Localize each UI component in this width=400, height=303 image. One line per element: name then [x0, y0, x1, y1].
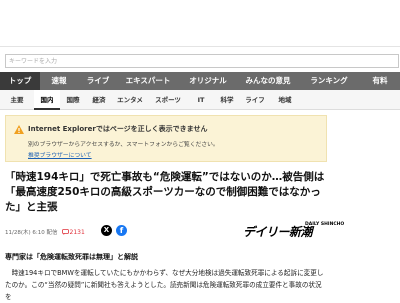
category-tab-main[interactable]: 主要 — [0, 90, 34, 110]
category-nav: 主要 国内 国際 経済 エンタメ スポーツ IT 科学 ライフ 地域 — [0, 90, 400, 110]
category-tab-entertainment[interactable]: エンタメ — [112, 90, 148, 110]
main-nav: トップ 速報 ライブ エキスパート オリジナル みんなの意見 ランキング 有料 — [0, 72, 400, 90]
category-tab-international[interactable]: 国際 — [60, 90, 86, 110]
comment-count[interactable]: 2131 — [70, 229, 85, 236]
category-tab-local[interactable]: 地域 — [270, 90, 300, 110]
nav-tab-original[interactable]: オリジナル — [178, 72, 238, 90]
source-logo[interactable]: デイリー新潮 — [243, 223, 313, 240]
nav-tab-live[interactable]: ライブ — [78, 72, 118, 90]
comment-icon[interactable] — [61, 229, 69, 235]
article-subheading: 専門家は「危険運転致死罪は無理」と解説 — [5, 253, 138, 261]
ie-warning-description: 別のブラウザーからアクセスするか、スマートフォンからご覧ください。 — [28, 142, 219, 148]
search-input[interactable] — [9, 55, 169, 67]
category-tab-sports[interactable]: スポーツ — [148, 90, 188, 110]
category-tab-it[interactable]: IT — [188, 90, 214, 110]
nav-tab-top[interactable]: トップ — [0, 72, 40, 90]
ie-warning-banner: Internet Explorerではページを正しく表示できません 別のブラウザ… — [5, 115, 327, 162]
recommended-browsers-link[interactable]: 推奨ブラウザーについて — [28, 150, 92, 159]
article-body: 時速194キロでBMWを運転していたにもかかわらず、なぜ大分地検は過失運転致死罪… — [5, 269, 324, 301]
nav-tab-paid[interactable]: 有料 — [360, 72, 400, 90]
share-facebook-icon[interactable]: f — [116, 225, 127, 236]
category-tab-science[interactable]: 科学 — [214, 90, 240, 110]
warning-icon — [14, 125, 24, 134]
search-box[interactable] — [5, 54, 399, 68]
article-meta: 11/28(木) 6:10 配信 2131 — [5, 226, 85, 238]
nav-tab-breaking[interactable]: 速報 — [40, 72, 78, 90]
site-header — [0, 0, 400, 47]
article-headline: 「時速194キロ」で死亡事故も“危険運転”ではないのか…被告側は「最高速度250… — [5, 171, 325, 213]
category-tab-life[interactable]: ライフ — [240, 90, 270, 110]
ie-warning-title: Internet Explorerではページを正しく表示できません — [28, 125, 208, 133]
nav-tab-opinions[interactable]: みんなの意見 — [238, 72, 298, 90]
share-x-icon[interactable]: X — [101, 225, 112, 236]
source-logo-sub: DAILY SHINCHO — [305, 222, 345, 227]
category-tab-domestic[interactable]: 国内 — [34, 90, 60, 110]
nav-tab-expert[interactable]: エキスパート — [118, 72, 178, 90]
nav-tab-ranking[interactable]: ランキング — [298, 72, 360, 90]
category-tab-economy[interactable]: 経済 — [86, 90, 112, 110]
publish-date: 11/28(木) 6:10 配信 — [5, 230, 58, 236]
